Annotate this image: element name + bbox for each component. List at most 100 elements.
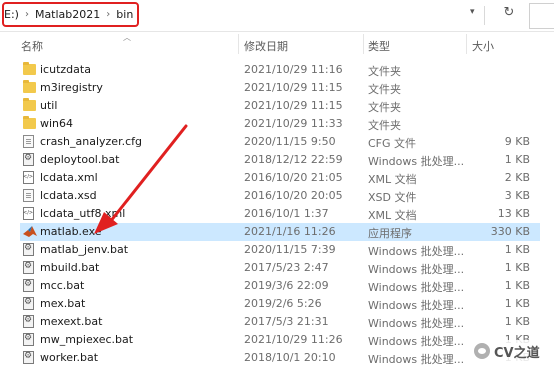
file-row[interactable]: mcc.bat 2019/3/6 22:09 Windows 批处理... 1 KB bbox=[20, 277, 540, 295]
file-row[interactable]: win64 2021/10/29 11:33 文件夹 bbox=[20, 115, 540, 133]
file-type: 文件夹 bbox=[368, 119, 401, 132]
file-size: 1 KB bbox=[504, 153, 530, 166]
file-date: 2021/10/29 11:15 bbox=[244, 81, 343, 94]
xml-file-icon bbox=[23, 207, 34, 220]
matlab-icon bbox=[23, 225, 37, 238]
wechat-icon bbox=[474, 343, 490, 359]
file-type: Windows 批处理... bbox=[368, 155, 465, 168]
file-date: 2018/10/1 20:10 bbox=[244, 351, 336, 364]
breadcrumb-separator-icon: › bbox=[106, 9, 111, 20]
file-name: lcdata_utf8.xml bbox=[40, 207, 126, 220]
column-header-date[interactable]: 修改日期 bbox=[244, 38, 288, 54]
batch-file-icon bbox=[23, 153, 34, 166]
file-date: 2021/1/16 11:26 bbox=[244, 225, 336, 238]
file-row[interactable]: lcdata.xml 2016/10/20 21:05 XML 文档 2 KB bbox=[20, 169, 540, 187]
file-type: XML 文档 bbox=[368, 209, 417, 222]
file-row[interactable]: crash_analyzer.cfg 2020/11/15 9:50 CFG 文件 9… bbox=[20, 133, 540, 151]
file-date: 2021/10/29 11:33 bbox=[244, 117, 343, 130]
file-name: mexext.bat bbox=[40, 315, 103, 328]
watermark-text: CV之道 bbox=[494, 345, 540, 361]
file-date: 2016/10/1 1:37 bbox=[244, 207, 329, 220]
file-size: 1 KB bbox=[504, 279, 530, 292]
file-icon bbox=[23, 135, 34, 148]
file-size: 1 KB bbox=[504, 261, 530, 274]
file-type: 文件夹 bbox=[368, 101, 401, 114]
file-type: XSD 文件 bbox=[368, 191, 417, 204]
file-name: worker.bat bbox=[40, 351, 99, 364]
breadcrumb[interactable]: E:) › Matlab2021 › bin bbox=[2, 2, 139, 27]
column-divider[interactable] bbox=[238, 34, 239, 54]
file-date: 2016/10/20 20:05 bbox=[244, 189, 343, 202]
column-divider[interactable] bbox=[363, 34, 364, 54]
watermark: CV之道 bbox=[470, 340, 544, 362]
column-header-size[interactable]: 大小 bbox=[472, 38, 494, 54]
file-name: crash_analyzer.cfg bbox=[40, 135, 142, 148]
column-header-name[interactable]: 名称 bbox=[21, 38, 43, 54]
file-name: icutzdata bbox=[40, 63, 91, 76]
file-type: Windows 批处理... bbox=[368, 335, 465, 348]
file-type: CFG 文件 bbox=[368, 137, 417, 150]
file-icon bbox=[23, 189, 34, 202]
xml-file-icon bbox=[23, 171, 34, 184]
file-row[interactable]: matlab_jenv.bat 2020/11/15 7:39 Windows 批处… bbox=[20, 241, 540, 259]
chevron-down-icon[interactable]: ▾ bbox=[470, 7, 475, 17]
file-name: lcdata.xml bbox=[40, 171, 98, 184]
file-date: 2019/3/6 22:09 bbox=[244, 279, 329, 292]
batch-file-icon bbox=[23, 243, 34, 256]
file-size: 13 KB bbox=[497, 207, 530, 220]
search-input[interactable] bbox=[529, 3, 554, 29]
file-name: deploytool.bat bbox=[40, 153, 120, 166]
batch-file-icon bbox=[23, 351, 34, 364]
breadcrumb-drive[interactable]: E:) bbox=[4, 8, 19, 21]
file-size: 330 KB bbox=[490, 225, 530, 238]
toolbar-divider bbox=[484, 6, 485, 25]
batch-file-icon bbox=[23, 333, 34, 346]
file-row[interactable]: m3iregistry 2021/10/29 11:15 文件夹 bbox=[20, 79, 540, 97]
address-bar: E:) › Matlab2021 › bin ▾ ↻ bbox=[0, 0, 554, 32]
breadcrumb-separator-icon: › bbox=[24, 9, 29, 20]
file-name: matlab_jenv.bat bbox=[40, 243, 129, 256]
file-date: 2021/10/29 11:16 bbox=[244, 63, 343, 76]
file-row[interactable]: deploytool.bat 2018/12/12 22:59 Windows 批处… bbox=[20, 151, 540, 169]
column-header-row: ︿ 名称 修改日期 类型 大小 bbox=[0, 32, 554, 56]
refresh-icon[interactable]: ↻ bbox=[500, 5, 518, 23]
file-type: Windows 批处理... bbox=[368, 299, 465, 312]
file-date: 2021/10/29 11:15 bbox=[244, 99, 343, 112]
file-row[interactable]: mex.bat 2019/2/6 5:26 Windows 批处理... 1 KB bbox=[20, 295, 540, 313]
file-row[interactable]: mw_mpiexec.bat 2021/10/29 11:26 Windows 批处… bbox=[20, 331, 540, 349]
file-size: 2 KB bbox=[504, 171, 530, 184]
file-date: 2020/11/15 7:39 bbox=[244, 243, 336, 256]
file-row[interactable]: lcdata_utf8.xml 2016/10/1 1:37 XML 文档 13 KB bbox=[20, 205, 540, 223]
file-type: Windows 批处理... bbox=[368, 317, 465, 330]
file-row[interactable]: icutzdata 2021/10/29 11:16 文件夹 bbox=[20, 61, 540, 79]
file-size: 1 KB bbox=[504, 315, 530, 328]
file-size: 3 KB bbox=[504, 189, 530, 202]
file-name: m3iregistry bbox=[40, 81, 103, 94]
breadcrumb-folder-matlab2021[interactable]: Matlab2021 bbox=[35, 8, 100, 21]
file-row[interactable]: matlab.exe 2021/1/16 11:26 应用程序 330 KB bbox=[20, 223, 540, 241]
file-name: win64 bbox=[40, 117, 74, 130]
file-date: 2021/10/29 11:26 bbox=[244, 333, 343, 346]
batch-file-icon bbox=[23, 279, 34, 292]
file-row[interactable]: util 2021/10/29 11:15 文件夹 bbox=[20, 97, 540, 115]
file-date: 2017/5/23 2:47 bbox=[244, 261, 329, 274]
file-row[interactable]: mbuild.bat 2017/5/23 2:47 Windows 批处理... 1 … bbox=[20, 259, 540, 277]
file-size: 9 KB bbox=[504, 135, 530, 148]
file-row[interactable]: mexext.bat 2017/5/3 21:31 Windows 批处理... 1 … bbox=[20, 313, 540, 331]
breadcrumb-folder-bin[interactable]: bin bbox=[116, 8, 133, 21]
file-type: Windows 批处理... bbox=[368, 245, 465, 258]
file-date: 2019/2/6 5:26 bbox=[244, 297, 322, 310]
file-date: 2018/12/12 22:59 bbox=[244, 153, 343, 166]
batch-file-icon bbox=[23, 261, 34, 274]
file-row[interactable]: lcdata.xsd 2016/10/20 20:05 XSD 文件 3 KB bbox=[20, 187, 540, 205]
file-date: 2016/10/20 21:05 bbox=[244, 171, 343, 184]
file-row[interactable]: worker.bat2018/10/1 20:10Windows 批处理...1… bbox=[20, 349, 540, 367]
file-type: Windows 批处理... bbox=[368, 353, 465, 366]
column-header-type[interactable]: 类型 bbox=[368, 38, 390, 54]
batch-file-icon bbox=[23, 315, 34, 328]
sort-indicator-icon: ︿ bbox=[123, 33, 131, 42]
file-name: mcc.bat bbox=[40, 279, 85, 292]
file-date: 2017/5/3 21:31 bbox=[244, 315, 329, 328]
column-divider[interactable] bbox=[466, 34, 467, 54]
folder-icon bbox=[23, 98, 36, 111]
